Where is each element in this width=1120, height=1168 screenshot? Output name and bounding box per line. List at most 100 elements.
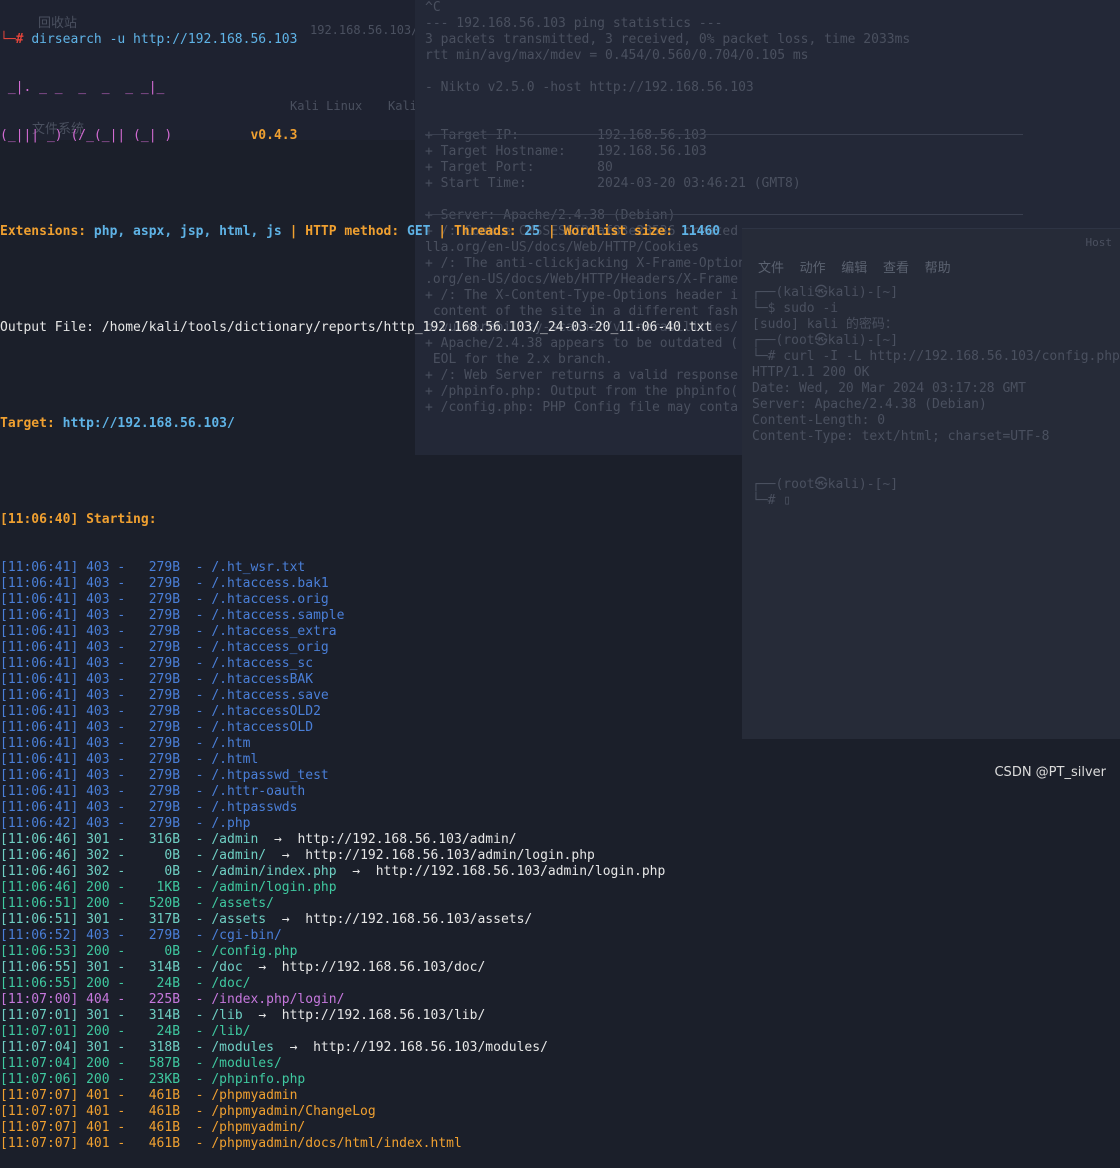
result-status-code: 403 (86, 784, 110, 799)
result-time: [11:06:55] (0, 976, 79, 991)
result-time: [11:07:07] (0, 1104, 79, 1119)
result-path: /modules/ (211, 1056, 282, 1071)
result-time: [11:06:41] (0, 640, 79, 655)
result-path: /.htaccess.bak1 (211, 576, 329, 591)
redirect-arrow-icon: → (273, 832, 282, 847)
result-path: /.ht_wsr.txt (211, 560, 306, 575)
redirect-arrow-icon: → (289, 1040, 298, 1055)
result-path: /cgi-bin/ (211, 928, 282, 943)
redirect-arrow-icon: → (258, 1008, 267, 1023)
prompt-symbol: └─# (0, 32, 24, 47)
prompt-line: └─# dirsearch -u http://192.168.56.103 (0, 32, 1120, 48)
result-row: [11:06:41] 403 - 279B - /.ht_wsr.txt (0, 560, 306, 575)
result-path: /.htaccess.save (211, 688, 329, 703)
result-status-code: 404 (86, 992, 110, 1007)
result-size: 317B (148, 912, 181, 927)
result-size: 279B (148, 672, 181, 687)
result-size: 279B (148, 688, 181, 703)
version-label: v0.4.3 (250, 128, 298, 143)
result-time: [11:06:41] (0, 624, 79, 639)
separator: | (540, 224, 564, 239)
result-path: /.html (211, 752, 259, 767)
result-time: [11:06:41] (0, 736, 79, 751)
result-path: /.htaccess_orig (211, 640, 329, 655)
result-size: 0B (164, 864, 181, 879)
result-size: 279B (148, 928, 181, 943)
result-row: [11:06:51] 200 - 520B - /assets/ (0, 896, 274, 911)
result-row: [11:06:41] 403 - 279B - /.htaccess.sampl… (0, 608, 345, 623)
result-size: 279B (148, 752, 181, 767)
result-time: [11:07:07] (0, 1120, 79, 1135)
result-size: 314B (148, 1008, 181, 1023)
result-path: /phpinfo.php (211, 1072, 306, 1087)
result-time: [11:06:46] (0, 864, 79, 879)
result-path: /phpmyadmin (211, 1088, 298, 1103)
result-status-code: 301 (86, 912, 110, 927)
result-path: /.htpasswd_test (211, 768, 329, 783)
result-time: [11:06:55] (0, 960, 79, 975)
result-size: 461B (148, 1104, 181, 1119)
result-row: [11:06:41] 403 - 279B - /.htaccess.bak1 (0, 576, 329, 591)
result-time: [11:06:41] (0, 752, 79, 767)
result-row: [11:06:41] 403 - 279B - /.httr-oauth (0, 784, 306, 799)
result-path: /assets/ (211, 896, 274, 911)
result-time: [11:06:52] (0, 928, 79, 943)
wordlist-label: Wordlist size: (563, 224, 681, 239)
result-time: [11:06:46] (0, 832, 79, 847)
wordlist-value: 11460 (680, 224, 721, 239)
result-row: [11:06:41] 403 - 279B - /.htaccessOLD2 (0, 704, 321, 719)
result-time: [11:06:46] (0, 880, 79, 895)
result-path: /admin (211, 832, 259, 847)
result-time: [11:07:01] (0, 1024, 79, 1039)
result-row: [11:06:41] 403 - 279B - /.htaccess_orig (0, 640, 329, 655)
banner-art: (_||| _) (/_(_|| (_| ) (0, 128, 173, 143)
result-size: 520B (148, 896, 181, 911)
output-file-line: Output File: /home/kali/tools/dictionary… (0, 320, 713, 335)
result-status-code: 302 (86, 864, 110, 879)
threads-label: Threads: (453, 224, 525, 239)
result-time: [11:06:41] (0, 800, 79, 815)
terminal-output[interactable]: └─# dirsearch -u http://192.168.56.103 _… (0, 0, 1120, 1151)
result-path: /.htaccess.sample (211, 608, 345, 623)
result-path: /admin/ (211, 848, 267, 863)
result-size: 279B (148, 608, 181, 623)
result-size: 279B (148, 720, 181, 735)
result-status-code: 301 (86, 832, 110, 847)
result-path: /.htpasswds (211, 800, 298, 815)
result-status-code: 200 (86, 880, 110, 895)
result-time: [11:06:41] (0, 592, 79, 607)
separator: | (281, 224, 306, 239)
result-size: 279B (148, 576, 181, 591)
result-status-code: 403 (86, 704, 110, 719)
result-row: [11:06:55] 301 - 314B - /doc → http://19… (0, 960, 486, 975)
result-time: [11:06:51] (0, 896, 79, 911)
result-path: /.htaccess_extra (211, 624, 337, 639)
result-size: 279B (148, 560, 181, 575)
result-path: /lib (211, 1008, 243, 1023)
result-time: [11:06:41] (0, 704, 79, 719)
result-status-code: 403 (86, 688, 110, 703)
result-status-code: 403 (86, 736, 110, 751)
result-size: 23KB (148, 1072, 181, 1087)
redirect-arrow-icon: → (258, 960, 267, 975)
result-status-code: 403 (86, 752, 110, 767)
result-status-code: 301 (86, 1008, 110, 1023)
result-path: /admin/login.php (211, 880, 337, 895)
result-time: [11:06:41] (0, 784, 79, 799)
result-size: 279B (148, 656, 181, 671)
result-size: 0B (164, 848, 181, 863)
result-path: /admin/index.php (211, 864, 337, 879)
result-size: 279B (148, 640, 181, 655)
result-size: 279B (148, 800, 181, 815)
separator: | (430, 224, 454, 239)
result-time: [11:07:01] (0, 1008, 79, 1023)
result-row: [11:06:41] 403 - 279B - /.htaccessOLD (0, 720, 314, 735)
result-status-code: 301 (86, 1040, 110, 1055)
result-size: 279B (148, 704, 181, 719)
result-redirect-url: http://192.168.56.103/assets/ (305, 912, 533, 927)
command-text: dirsearch -u http://192.168.56.103 (31, 32, 298, 47)
result-size: 587B (148, 1056, 181, 1071)
result-path: /.htm (211, 736, 251, 751)
target-label: Target: (0, 416, 63, 431)
result-path: /index.php/login/ (211, 992, 345, 1007)
